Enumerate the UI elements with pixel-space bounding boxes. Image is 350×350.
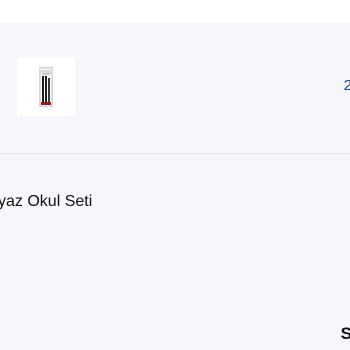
page: 2 yaz Okul Seti S (0, 0, 350, 350)
top-strip (0, 0, 350, 23)
section-heading-fragment: S (340, 324, 350, 343)
product-name[interactable]: yaz Okul Seti (0, 192, 92, 212)
pencil-set-icon (39, 66, 53, 108)
cart-product-row[interactable]: 2 (0, 23, 350, 154)
quantity-value: 2 (343, 77, 350, 94)
product-thumbnail[interactable] (17, 58, 75, 116)
